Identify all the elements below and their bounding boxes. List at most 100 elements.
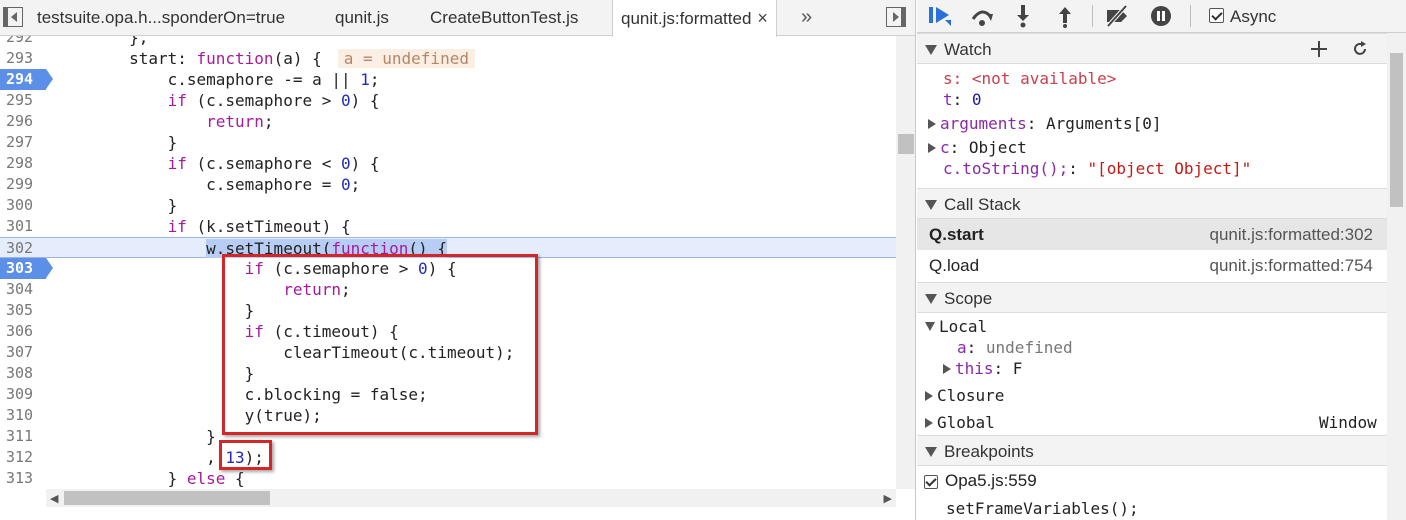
code-line[interactable]: 293 start: function(a) {a = undefined (0, 48, 896, 69)
expand-icon[interactable] (943, 364, 951, 374)
watch-item[interactable]: c: Object (928, 137, 1027, 159)
scope-local[interactable]: Local (925, 316, 987, 338)
show-debugger-icon[interactable] (886, 7, 906, 27)
tab-overflow-icon[interactable]: » (801, 0, 812, 36)
breakpoints-section-header[interactable]: Breakpoints (917, 435, 1387, 466)
tab-qunit[interactable]: qunit.js (335, 0, 389, 36)
line-number[interactable]: 298 (0, 153, 46, 174)
line-number[interactable]: 308 (0, 363, 46, 384)
code-line[interactable]: 305 } (0, 300, 896, 321)
debugger-vertical-scrollbar[interactable] (1387, 33, 1406, 520)
code-line[interactable]: 297 } (0, 132, 896, 153)
code-text: return; (206, 112, 274, 131)
code-line[interactable]: 301 if (k.setTimeout) { (0, 216, 896, 237)
expand-icon[interactable] (925, 391, 933, 401)
expand-icon[interactable] (925, 418, 933, 428)
code-line[interactable]: 310 y(true); (0, 405, 896, 426)
add-watch-icon[interactable] (1310, 40, 1328, 58)
line-number[interactable]: 302 (0, 238, 46, 259)
expand-icon[interactable] (928, 119, 936, 129)
code-line[interactable]: 296 return; (0, 111, 896, 132)
refresh-icon[interactable] (1351, 40, 1369, 58)
code-line[interactable]: 302 w.setTimeout(function() { (0, 237, 896, 258)
line-number[interactable]: 311 (0, 426, 46, 447)
code-line[interactable]: 307 clearTimeout(c.timeout); (0, 342, 896, 363)
line-number[interactable]: 299 (0, 174, 46, 195)
call-frame-location[interactable]: qunit.js:formatted:754 (1210, 250, 1373, 281)
line-number[interactable]: 310 (0, 405, 46, 426)
code-line[interactable]: 303 if (c.semaphore > 0) { (0, 258, 896, 279)
watch-item[interactable]: c.toString();: "[object Object]" (943, 158, 1251, 180)
step-over-icon[interactable] (969, 4, 995, 28)
line-number[interactable]: 305 (0, 300, 46, 321)
code-line[interactable]: 311 } (0, 426, 896, 447)
tab-testsuite[interactable]: testsuite.opa.h...sponderOn=true (37, 0, 285, 36)
collapse-icon[interactable] (925, 322, 935, 331)
expand-icon[interactable] (928, 143, 936, 153)
scope-closure[interactable]: Closure (925, 385, 1004, 407)
code-line[interactable]: 298 if (c.semaphore < 0) { (0, 153, 896, 174)
scroll-right-icon[interactable]: ▶ (884, 492, 892, 505)
scrollbar-thumb[interactable] (898, 134, 914, 154)
code-line[interactable]: 299 c.semaphore = 0; (0, 174, 896, 195)
code-line[interactable]: 312 , 13); (0, 447, 896, 468)
breakpoint-marker[interactable]: 303 (0, 258, 53, 279)
code-line[interactable]: 300 } (0, 195, 896, 216)
scope-label: Closure (937, 386, 1005, 405)
call-frame[interactable]: Q.load qunit.js:formatted:754 (917, 250, 1387, 281)
code-line[interactable]: 294 c.semaphore -= a || 1; (0, 69, 896, 90)
code-line[interactable]: 309 c.blocking = false; (0, 384, 896, 405)
resume-icon[interactable] (927, 4, 953, 28)
line-number[interactable]: 312 (0, 447, 46, 468)
breakpoint-checkbox[interactable] (924, 475, 938, 489)
code-line[interactable]: 306 if (c.timeout) { (0, 321, 896, 342)
scope-variable[interactable]: a: undefined (957, 337, 1073, 359)
breakpoint-file: Opa5.js:559 (945, 471, 1037, 490)
line-number[interactable]: 307 (0, 342, 46, 363)
code-line[interactable]: 292 }, (0, 36, 896, 48)
deactivate-breakpoints-icon[interactable] (1104, 4, 1130, 28)
line-number[interactable]: 297 (0, 132, 46, 153)
call-frame-location[interactable]: qunit.js:formatted:302 (1210, 219, 1373, 250)
scrollbar-thumb[interactable] (1390, 53, 1403, 207)
watch-item[interactable]: t: 0 (943, 89, 982, 111)
line-number[interactable]: 309 (0, 384, 46, 405)
async-checkbox[interactable] (1209, 8, 1224, 23)
call-stack-section-header[interactable]: Call Stack (917, 188, 1387, 219)
line-number[interactable]: 292 (0, 36, 46, 48)
line-number[interactable]: 301 (0, 216, 46, 237)
tab-createbuttontest[interactable]: CreateButtonTest.js (430, 0, 578, 36)
watch-section-header[interactable]: Watch (917, 33, 1387, 64)
watch-item[interactable]: s: <not available> (943, 68, 1116, 90)
pause-on-exceptions-icon[interactable] (1148, 4, 1174, 28)
code-line[interactable]: 304 return; (0, 279, 896, 300)
scroll-left-icon[interactable]: ◀ (50, 492, 58, 505)
line-number[interactable]: 296 (0, 111, 46, 132)
show-navigator-icon[interactable] (3, 7, 23, 27)
step-into-icon[interactable] (1010, 4, 1036, 28)
code-line[interactable]: 308 } (0, 363, 896, 384)
code-area[interactable]: 292 }, 293 start: function(a) {a = undefi… (0, 36, 896, 489)
line-number[interactable]: 293 (0, 48, 46, 69)
scrollbar-thumb[interactable] (64, 491, 270, 505)
scope-global[interactable]: Global (925, 412, 995, 434)
tab-qunit-formatted[interactable]: qunit.js:formatted × (612, 0, 777, 37)
line-number[interactable]: 313 (0, 468, 46, 489)
watch-item[interactable]: arguments: Arguments[0] (928, 113, 1162, 135)
line-number[interactable]: 304 (0, 279, 46, 300)
line-number[interactable]: 306 (0, 321, 46, 342)
scope-variable[interactable]: this: F (943, 358, 1022, 380)
breakpoint-marker[interactable]: 294 (0, 69, 53, 90)
close-tab-icon[interactable]: × (757, 8, 768, 28)
line-number[interactable]: 300 (0, 195, 46, 216)
step-out-icon[interactable] (1052, 4, 1078, 28)
code-line[interactable]: 295 if (c.semaphore > 0) { (0, 90, 896, 111)
line-number[interactable]: 295 (0, 90, 46, 111)
breakpoint-item[interactable]: Opa5.js:559 (917, 470, 1387, 494)
tab-label: qunit.js (335, 8, 389, 27)
call-frame-selected[interactable]: Q.start qunit.js:formatted:302 (917, 219, 1387, 250)
scope-section-header[interactable]: Scope (917, 282, 1387, 313)
editor-horizontal-scrollbar[interactable]: ◀ ▶ (46, 489, 896, 507)
code-line[interactable]: 313 } else { (0, 468, 896, 489)
editor-vertical-scrollbar[interactable] (896, 36, 915, 489)
